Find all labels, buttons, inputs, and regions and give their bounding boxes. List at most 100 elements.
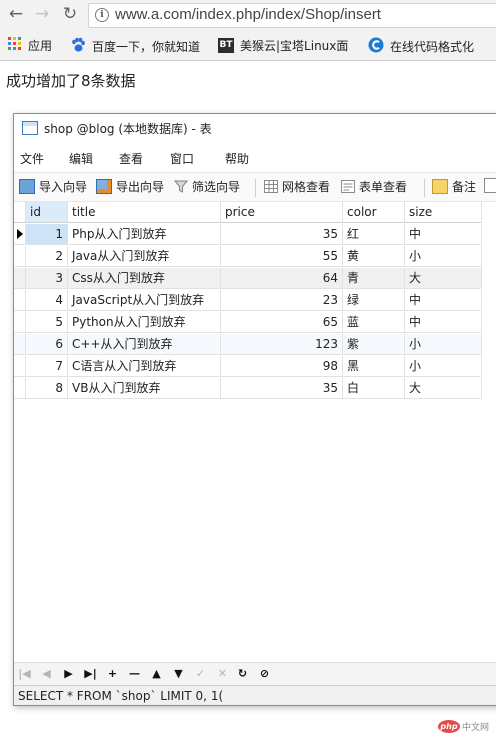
cell-color[interactable]: 绿 (343, 290, 405, 311)
column-header-title[interactable]: title (68, 202, 221, 223)
cell-price[interactable]: 65 (221, 312, 343, 333)
cell-size[interactable]: 大 (405, 268, 482, 289)
note-icon (432, 179, 448, 194)
bookmark-code-format[interactable]: 在线代码格式化 (368, 37, 474, 54)
bookmark-baidu[interactable]: 百度一下，你就知道 (70, 37, 200, 54)
cell-size[interactable]: 小 (405, 356, 482, 377)
add-record-icon[interactable]: + (106, 667, 119, 680)
menu-bar: 文件 编辑 查看 窗口 帮助 (14, 144, 496, 170)
row-indicator (14, 290, 26, 311)
cell-title[interactable]: C++从入门到放弃 (68, 334, 221, 355)
bookmarks-bar: 应用 百度一下，你就知道 BT 美猴云|宝塔Linux面 在线代码格式化 (0, 30, 496, 61)
cell-size[interactable]: 中 (405, 290, 482, 311)
cell-id[interactable]: 7 (26, 356, 68, 377)
apply-changes-icon[interactable]: ✓ (194, 667, 207, 680)
cell-price[interactable]: 55 (221, 246, 343, 267)
export-wizard-button[interactable]: 导出向导 (96, 178, 164, 196)
cell-id[interactable]: 2 (26, 246, 68, 267)
toolbar-overflow-button[interactable] (484, 178, 496, 196)
menu-view[interactable]: 查看 (119, 150, 143, 167)
refresh-icon[interactable]: ↻ (236, 667, 249, 680)
import-wizard-label: 导入向导 (39, 180, 88, 194)
row-indicator (14, 246, 26, 267)
discard-changes-icon[interactable]: ✕ (216, 667, 229, 680)
info-icon[interactable]: i (95, 8, 109, 22)
note-button[interactable]: 备注 (432, 178, 476, 196)
cell-price[interactable]: 35 (221, 224, 343, 245)
cell-color[interactable]: 白 (343, 378, 405, 399)
stop-icon[interactable]: ⊘ (258, 667, 271, 680)
menu-edit[interactable]: 编辑 (69, 150, 93, 167)
reload-icon[interactable]: ↻ (60, 4, 80, 24)
cell-size[interactable]: 大 (405, 378, 482, 399)
bookmark-bt-panel[interactable]: BT 美猴云|宝塔Linux面 (218, 37, 348, 53)
import-wizard-button[interactable]: 导入向导 (19, 178, 87, 196)
cell-color[interactable]: 红 (343, 224, 405, 245)
column-header-size[interactable]: size (405, 202, 482, 223)
cell-title[interactable]: JavaScript从入门到放弃 (68, 290, 221, 311)
cell-color[interactable]: 紫 (343, 334, 405, 355)
cell-title[interactable]: Php从入门到放弃 (68, 224, 221, 245)
cell-color[interactable]: 黑 (343, 356, 405, 377)
cell-price[interactable]: 123 (221, 334, 343, 355)
cell-color[interactable]: 蓝 (343, 312, 405, 333)
bookmark-label: 应用 (28, 39, 53, 53)
cell-price[interactable]: 98 (221, 356, 343, 377)
delete-record-icon[interactable]: — (128, 667, 141, 680)
url-text[interactable]: www.a.com/index.php/index/Shop/insert (115, 6, 381, 23)
cell-size[interactable]: 小 (405, 334, 482, 355)
cell-title[interactable]: VB从入门到放弃 (68, 378, 221, 399)
table-row[interactable]: 2 Java从入门到放弃 55 黄 小 (14, 246, 484, 268)
back-arrow-icon[interactable]: ← (6, 4, 26, 24)
table-row[interactable]: 7 C语言从入门到放弃 98 黑 小 (14, 356, 484, 378)
cell-size[interactable]: 小 (405, 246, 482, 267)
window-titlebar[interactable]: shop @blog (本地数据库) - 表 (14, 114, 496, 142)
form-view-button[interactable]: 表单查看 (341, 178, 407, 196)
last-record-icon[interactable]: ▶| (84, 667, 97, 680)
table-icon (22, 121, 38, 135)
cell-color[interactable]: 黄 (343, 246, 405, 267)
cell-price[interactable]: 23 (221, 290, 343, 311)
cell-price[interactable]: 64 (221, 268, 343, 289)
column-header-id[interactable]: id (26, 202, 68, 223)
url-field[interactable]: i www.a.com/index.php/index/Shop/insert (88, 3, 496, 28)
filter-wizard-button[interactable]: 筛选向导 (173, 178, 241, 196)
column-header-color[interactable]: color (343, 202, 405, 223)
cell-title[interactable]: Python从入门到放弃 (68, 312, 221, 333)
move-down-icon[interactable]: ▼ (172, 667, 185, 680)
column-header-price[interactable]: price (221, 202, 343, 223)
cell-id[interactable]: 6 (26, 334, 68, 355)
cell-id[interactable]: 8 (26, 378, 68, 399)
table-row[interactable]: 6 C++从入门到放弃 123 紫 小 (14, 334, 484, 356)
grid-view-button[interactable]: 网格查看 (264, 178, 330, 196)
menu-file[interactable]: 文件 (20, 150, 44, 167)
cell-title[interactable]: C语言从入门到放弃 (68, 356, 221, 377)
previous-record-icon[interactable]: ◀ (40, 667, 53, 680)
table-row[interactable]: 8 VB从入门到放弃 35 白 大 (14, 378, 484, 400)
cell-size[interactable]: 中 (405, 312, 482, 333)
cell-id[interactable]: 3 (26, 268, 68, 289)
cell-title[interactable]: Css从入门到放弃 (68, 268, 221, 289)
menu-window[interactable]: 窗口 (170, 150, 194, 167)
bookmark-apps[interactable]: 应用 (8, 37, 52, 53)
menu-help[interactable]: 帮助 (225, 150, 249, 167)
table-row[interactable]: 5 Python从入门到放弃 65 蓝 中 (14, 312, 484, 334)
table-row[interactable]: 3 Css从入门到放弃 64 青 大 (14, 268, 484, 290)
table-window: shop @blog (本地数据库) - 表 文件 编辑 查看 窗口 帮助 导入… (13, 113, 496, 706)
forward-arrow-icon[interactable]: → (32, 4, 52, 24)
filter-wizard-label: 筛选向导 (192, 180, 241, 194)
table-row[interactable]: 1 Php从入门到放弃 35 红 中 (14, 224, 484, 246)
cell-color[interactable]: 青 (343, 268, 405, 289)
cell-title[interactable]: Java从入门到放弃 (68, 246, 221, 267)
cell-id[interactable]: 4 (26, 290, 68, 311)
table-row[interactable]: 4 JavaScript从入门到放弃 23 绿 中 (14, 290, 484, 312)
move-up-icon[interactable]: ▲ (150, 667, 163, 680)
cell-id[interactable]: 1 (26, 224, 68, 245)
export-wizard-label: 导出向导 (116, 180, 165, 194)
cell-size[interactable]: 中 (405, 224, 482, 245)
cell-id[interactable]: 5 (26, 312, 68, 333)
cell-price[interactable]: 35 (221, 378, 343, 399)
first-record-icon[interactable]: |◀ (18, 667, 31, 680)
next-record-icon[interactable]: ▶ (62, 667, 75, 680)
note-label: 备注 (452, 180, 477, 194)
